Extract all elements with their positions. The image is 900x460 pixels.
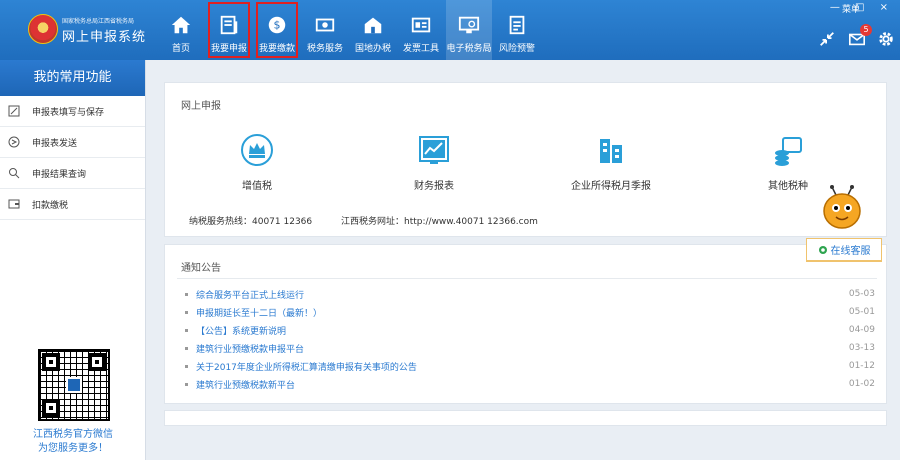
nav-etax[interactable]: 电子税务局 — [446, 0, 492, 60]
nav-label: 税务服务 — [306, 44, 343, 54]
nav-service[interactable]: 税务服务 — [302, 0, 348, 60]
notice-list: 综合服务平台正式上线运行 05-03 申报期延长至十二日（最新！） 05-01 【公… — [185, 285, 875, 393]
divider — [177, 278, 877, 279]
notice-title: 建筑行业预缴税款新平台 — [196, 380, 296, 391]
nav-home[interactable]: 首页 — [158, 0, 204, 60]
service-hotline: 纳税服务热线：40071 12366 — [189, 217, 313, 227]
sidebar-item-fill[interactable]: 申报表填写与保存 — [0, 96, 145, 127]
chart-icon — [419, 136, 449, 164]
nav-pay[interactable]: $ 我要缴款 — [254, 0, 300, 60]
list-item[interactable]: 关于2017年度企业所得税汇算清缴申报有关事项的公告 01-12 — [185, 357, 875, 375]
main-nav: 首页 我要申报 $ 我要缴款 税务服务 国地办税 发票工具 电子税务局 风险预警 — [158, 0, 542, 60]
sidebar-title: 我的常用功能 — [0, 60, 145, 96]
app-logo: 国家税务总局江西省税务局 网上申报系统 — [28, 12, 158, 48]
nav-label: 首页 — [171, 44, 190, 54]
qr-caption: 江西税务官方微信 为您服务更多！ — [0, 428, 146, 456]
notice-title: 建筑行业预缴税款申报平台 — [196, 344, 305, 355]
sidebar-item-label: 申报表发送 — [32, 138, 78, 149]
nav-label: 我要申报 — [210, 44, 247, 54]
app-title: 网上申报系统 — [62, 30, 147, 45]
shrink-icon[interactable] — [818, 30, 836, 48]
home-icon — [171, 16, 191, 34]
quick-financial-report[interactable]: 财务报表 — [374, 133, 494, 192]
clipboard-icon — [509, 15, 525, 35]
house-icon — [364, 17, 382, 34]
nav-declare[interactable]: 我要申报 — [206, 0, 252, 60]
message-button[interactable]: 5 — [848, 24, 872, 48]
tax-website: 江西税务网址：http://www.40071 12366.com — [341, 217, 538, 227]
notice-date: 05-03 — [848, 289, 875, 299]
online-service-label: 在线客服 — [830, 246, 871, 257]
nav-label: 国地办税 — [354, 44, 391, 54]
building-icon — [600, 139, 622, 163]
wallet-icon — [8, 199, 20, 209]
message-count-badge: 5 — [860, 24, 872, 36]
notice-title: 关于2017年度企业所得税汇算清缴申报有关事项的公告 — [196, 362, 417, 373]
svg-text:$: $ — [274, 19, 281, 32]
mascot-bee-icon[interactable] — [818, 185, 868, 235]
qr-logo-icon — [66, 377, 82, 393]
crown-icon — [241, 134, 273, 166]
top-bar: 国家税务总局江西省税务局 网上申报系统 首页 我要申报 $ 我要缴款 税务服务 … — [0, 0, 900, 60]
nav-label: 电子税务局 — [446, 44, 492, 54]
document-icon — [220, 15, 238, 35]
sidebar: 我的常用功能 申报表填写与保存 申报表发送 申报结果查询 扣款缴税 江西税务官方… — [0, 60, 146, 460]
quick-income-tax[interactable]: 企业所得税月季报 — [551, 133, 671, 192]
qr-caption-line: 为您服务更多！ — [38, 443, 108, 454]
tax-emblem-icon — [28, 14, 58, 44]
online-service-button[interactable]: 在线客服 — [806, 238, 882, 262]
notice-date: 01-12 — [848, 361, 875, 371]
notice-date: 01-02 — [848, 379, 875, 389]
nav-tools[interactable]: 发票工具 — [398, 0, 444, 60]
wechat-qr-code — [38, 349, 110, 421]
quick-vat[interactable]: 增值税 — [197, 133, 317, 192]
notice-title: 综合服务平台正式上线运行 — [196, 290, 305, 301]
logo-subtitle: 国家税务总局江西省税务局 — [62, 18, 135, 25]
notice-date: 03-13 — [848, 343, 875, 353]
money-icon — [315, 18, 335, 32]
notice-title: 【公告】系统更新说明 — [196, 326, 287, 337]
headset-icon — [818, 245, 827, 254]
quick-label: 增值税 — [242, 181, 272, 192]
search-icon — [9, 168, 20, 179]
coin-icon: $ — [268, 16, 286, 34]
quick-label: 企业所得税月季报 — [571, 181, 651, 192]
edit-icon — [8, 105, 20, 117]
quick-label: 财务报表 — [414, 181, 454, 192]
sidebar-item-deduct[interactable]: 扣款缴税 — [0, 189, 145, 220]
quick-other-tax[interactable]: 其他税种 — [728, 133, 848, 192]
notice-title: 申报期延长至十二日（最新！） — [196, 308, 323, 319]
sidebar-item-label: 扣款缴税 — [32, 200, 69, 211]
nav-joint[interactable]: 国地办税 — [350, 0, 396, 60]
list-item[interactable]: 建筑行业预缴税款新平台 01-02 — [185, 375, 875, 393]
sidebar-item-send[interactable]: 申报表发送 — [0, 127, 145, 158]
list-item[interactable]: 建筑行业预缴税款申报平台 03-13 — [185, 339, 875, 357]
nav-label: 我要缴款 — [258, 44, 295, 54]
monitor-icon — [458, 16, 480, 34]
list-item[interactable]: 申报期延长至十二日（最新！） 05-01 — [185, 303, 875, 321]
window-controls[interactable]: — □ × — [830, 2, 894, 13]
coins-icon — [775, 137, 802, 166]
nav-risk[interactable]: 风险预警 — [494, 0, 540, 60]
notice-panel: 通知公告 综合服务平台正式上线运行 05-03 申报期延长至十二日（最新！） 05-… — [164, 244, 887, 404]
tools-icon — [411, 17, 431, 33]
bottom-panel — [164, 410, 887, 426]
sidebar-item-label: 申报表填写与保存 — [32, 107, 105, 118]
declare-panel: 网上申报 增值税 财务报表 企业所得税月季报 其他税种 纳税服务热线：40071… — [164, 82, 887, 237]
panel-title: 网上申报 — [181, 101, 221, 112]
panel-title: 通知公告 — [181, 263, 221, 274]
qr-caption-line: 江西税务官方微信 — [33, 429, 113, 440]
gear-icon[interactable] — [877, 30, 895, 48]
nav-label: 发票工具 — [402, 44, 439, 54]
notice-date: 05-01 — [848, 307, 875, 317]
list-item[interactable]: 【公告】系统更新说明 04-09 — [185, 321, 875, 339]
nav-label: 风险预警 — [498, 44, 535, 54]
sidebar-item-label: 申报结果查询 — [32, 169, 87, 180]
sidebar-item-query[interactable]: 申报结果查询 — [0, 158, 145, 189]
send-icon — [8, 136, 20, 148]
list-item[interactable]: 综合服务平台正式上线运行 05-03 — [185, 285, 875, 303]
notice-date: 04-09 — [848, 325, 875, 335]
